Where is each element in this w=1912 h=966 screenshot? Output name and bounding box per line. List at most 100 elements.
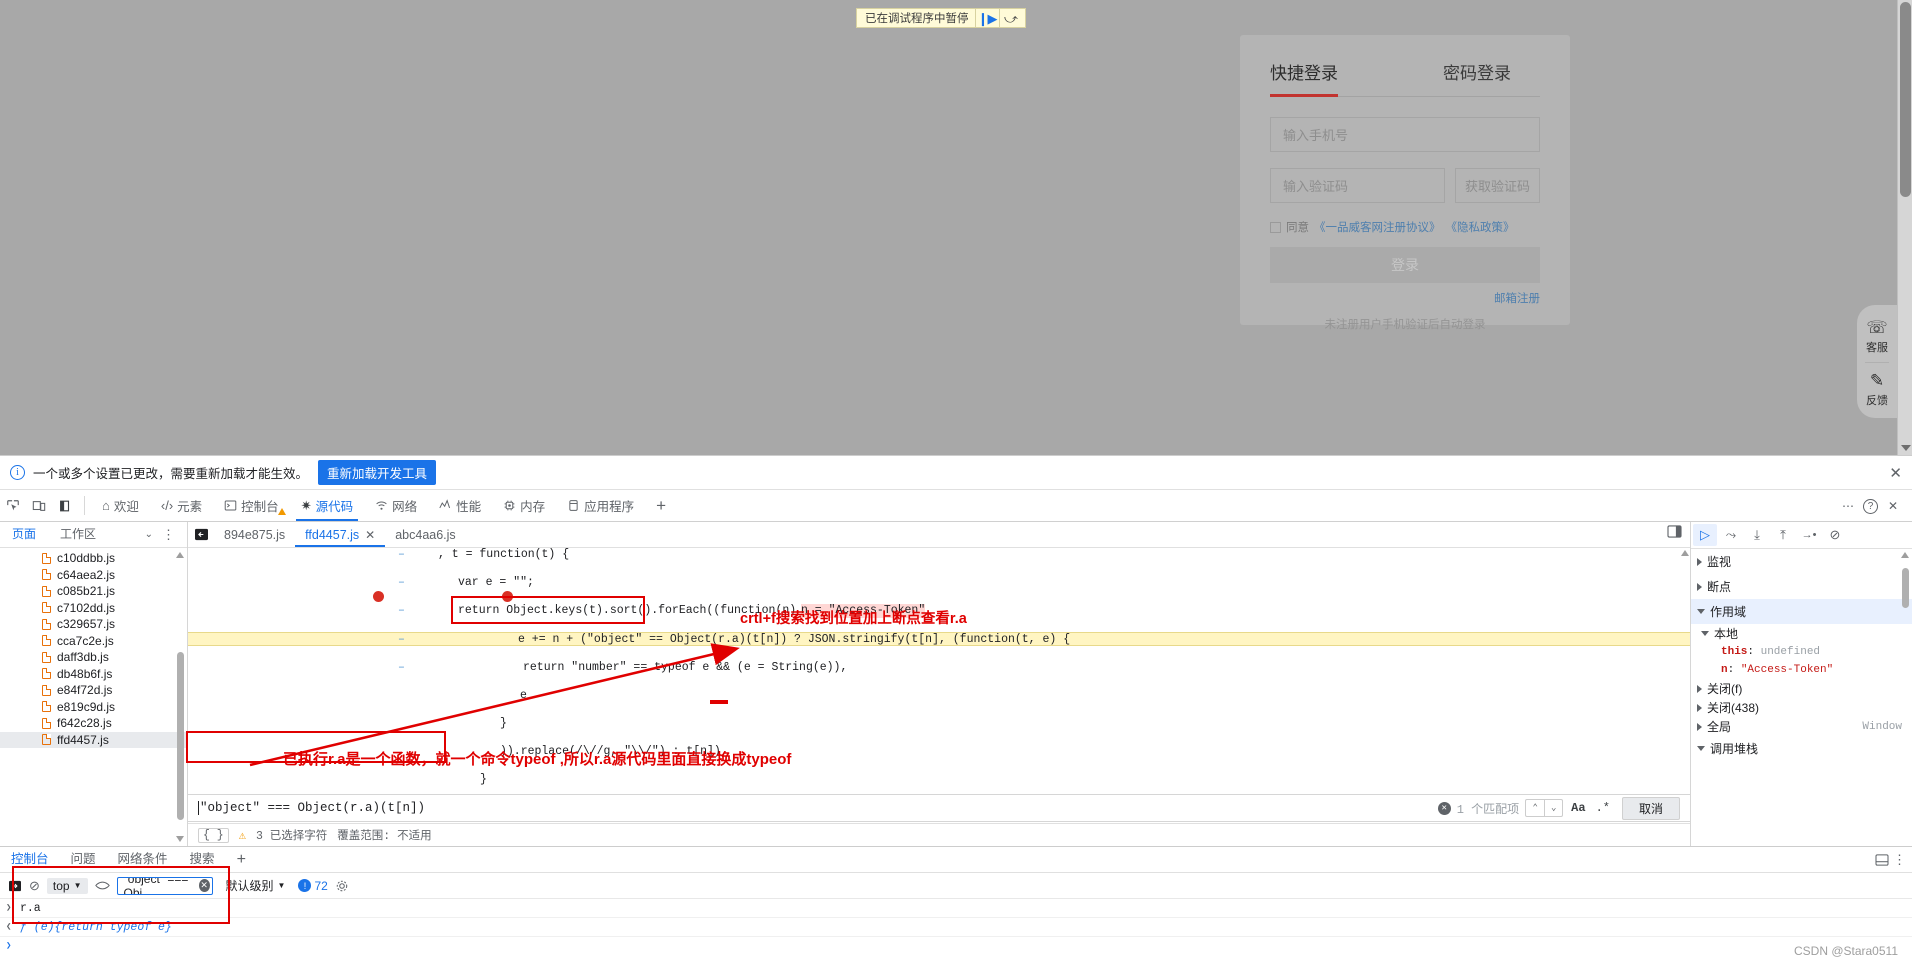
scope-closure-438[interactable]: 关闭(438): [1691, 698, 1912, 717]
reload-devtools-button[interactable]: 重新加载开发工具: [318, 460, 437, 485]
editor-tab-ffd4457[interactable]: ffd4457.js ✕: [295, 522, 386, 547]
list-item[interactable]: e819c9d.js: [0, 699, 187, 716]
verification-code-input[interactable]: 输入验证码: [1270, 168, 1445, 203]
help-icon[interactable]: ?: [1863, 498, 1878, 514]
tab-application[interactable]: 应用程序: [556, 490, 645, 521]
console-level-selector[interactable]: 默认级别 ▼: [220, 876, 292, 895]
scroll-up-arrow-icon[interactable]: [176, 552, 184, 558]
drawer-tab-network-conditions[interactable]: 网络条件: [107, 847, 179, 872]
dock-side-icon[interactable]: [52, 490, 78, 521]
step-over-icon[interactable]: ⤻: [998, 9, 1023, 27]
regex-button[interactable]: .*: [1594, 801, 1612, 815]
code-line[interactable]: – return "number" == typeof e && (e = Str…: [188, 661, 1690, 675]
chevron-up-icon[interactable]: ⌃: [1526, 800, 1544, 816]
resume-script-button[interactable]: ▷: [1693, 524, 1717, 546]
scroll-up-arrow-icon[interactable]: [1901, 552, 1909, 558]
drawer-tab-console[interactable]: 控制台: [0, 847, 60, 872]
get-code-button[interactable]: 获取验证码: [1455, 168, 1540, 203]
customer-service-button[interactable]: ☏ 客服: [1866, 313, 1888, 359]
step-button[interactable]: →•: [1797, 524, 1821, 546]
list-item[interactable]: e84f72d.js: [0, 682, 187, 699]
feedback-button[interactable]: ✎ 反馈: [1866, 366, 1888, 412]
code-line[interactable]: – var e = "";: [188, 576, 1690, 590]
gear-icon[interactable]: [335, 879, 349, 893]
device-toolbar-icon[interactable]: [26, 490, 52, 521]
scope-entry-this[interactable]: this: undefined: [1691, 643, 1912, 661]
section-call-stack[interactable]: 调用堆栈: [1691, 736, 1912, 761]
scroll-down-arrow-icon[interactable]: [176, 836, 184, 842]
show-navigator-icon[interactable]: [188, 528, 214, 541]
drawer-tab-issues[interactable]: 问题: [60, 847, 107, 872]
tab-console[interactable]: 控制台: [213, 490, 290, 521]
code-line-paused[interactable]: – e += n + ("object" == Object(r.a)(t[n])…: [188, 632, 1690, 646]
list-item[interactable]: c329657.js: [0, 616, 187, 633]
tab-sources[interactable]: ✷ 源代码: [290, 490, 364, 521]
code-scrollbar[interactable]: [1681, 550, 1689, 806]
code-line[interactable]: }: [188, 717, 1690, 731]
section-breakpoints[interactable]: 断点: [1691, 574, 1912, 599]
scope-local[interactable]: 本地: [1691, 624, 1912, 643]
add-panel-button[interactable]: +: [645, 490, 677, 521]
list-item[interactable]: c10ddbb.js: [0, 550, 187, 567]
step-over-button[interactable]: ⤳: [1719, 524, 1743, 546]
resume-script-icon[interactable]: ❙▶: [974, 9, 999, 27]
tab-elements[interactable]: ‹/› 元素: [150, 490, 213, 521]
issues-badge[interactable]: ! 72: [298, 879, 328, 893]
phone-input[interactable]: 输入手机号: [1270, 117, 1540, 152]
console-input-row[interactable]: ❯ r.a: [0, 899, 1912, 918]
console-filter-input[interactable]: "object" === Obj ✕: [116, 876, 213, 895]
breakpoint-dot-inline[interactable]: [502, 591, 513, 602]
list-item[interactable]: f642c28.js: [0, 715, 187, 732]
chevron-down-icon[interactable]: ⌄: [145, 529, 153, 540]
email-register-link[interactable]: 邮箱注册: [1270, 290, 1540, 306]
console-output-row[interactable]: ❮ ƒ (e){return typeof e}: [0, 918, 1912, 937]
agreement-checkbox[interactable]: [1270, 221, 1281, 233]
close-tab-icon[interactable]: ✕: [365, 528, 375, 542]
nav-tab-workspace[interactable]: 工作区: [48, 522, 108, 547]
console-prompt[interactable]: ❯: [0, 937, 1912, 956]
section-scope[interactable]: 作用域: [1691, 599, 1912, 624]
registration-agreement-link[interactable]: 《一品威客网注册协议》: [1314, 219, 1441, 235]
list-item[interactable]: cca7c2e.js: [0, 633, 187, 650]
login-submit-button[interactable]: 登录: [1270, 247, 1540, 283]
close-devtools-icon[interactable]: ✕: [1880, 499, 1906, 513]
clear-filter-icon[interactable]: ✕: [198, 879, 210, 892]
navigator-scrollbar[interactable]: [176, 552, 185, 842]
breakpoint-dot[interactable]: [373, 591, 384, 602]
code-line[interactable]: – , t = function(t) {: [188, 548, 1690, 562]
clear-console-icon[interactable]: [8, 880, 22, 892]
dock-drawer-icon[interactable]: [1875, 853, 1889, 866]
editor-tab-894e875[interactable]: 894e875.js: [214, 522, 295, 547]
step-out-button[interactable]: ⤒: [1771, 524, 1795, 546]
code-line[interactable]: e: [188, 689, 1690, 703]
more-tools-icon[interactable]: ⋯: [1835, 499, 1861, 513]
nav-tab-page[interactable]: 页面: [0, 522, 48, 547]
scroll-up-arrow-icon[interactable]: [1681, 550, 1689, 556]
deactivate-breakpoints-button[interactable]: ⊘: [1823, 524, 1847, 546]
live-expression-icon[interactable]: [94, 880, 110, 891]
inspect-element-icon[interactable]: [0, 490, 26, 521]
tab-memory[interactable]: 内存: [492, 490, 556, 521]
cancel-search-button[interactable]: 取消: [1621, 796, 1680, 820]
file-list[interactable]: c10ddbb.js c64aea2.js c085b21.js c7102dd…: [0, 548, 187, 846]
scroll-down-arrow-icon[interactable]: [1901, 445, 1911, 451]
scope-closure-f[interactable]: 关闭(f): [1691, 679, 1912, 698]
console-output[interactable]: ❯ r.a ❮ ƒ (e){return typeof e} ❯: [0, 899, 1912, 966]
list-item-selected[interactable]: ffd4457.js: [0, 731, 187, 748]
more-drawer-options-icon[interactable]: ⋮: [1893, 852, 1906, 868]
list-item[interactable]: db48b6f.js: [0, 666, 187, 683]
drawer-add-tab-button[interactable]: +: [226, 847, 257, 872]
page-scrollbar-thumb[interactable]: [1900, 2, 1911, 197]
section-watch[interactable]: 监视: [1691, 549, 1912, 574]
console-context-selector[interactable]: top ▼: [46, 877, 88, 894]
tab-password-login[interactable]: 密码登录: [1443, 59, 1511, 97]
tab-quick-login[interactable]: 快捷登录: [1270, 59, 1338, 97]
list-item[interactable]: c7102dd.js: [0, 600, 187, 617]
privacy-policy-link[interactable]: 《隐私政策》: [1446, 219, 1515, 235]
debugger-scrollbar-thumb[interactable]: [1902, 568, 1909, 608]
tab-network[interactable]: 网络: [364, 490, 428, 521]
tab-performance[interactable]: 性能: [428, 490, 492, 521]
step-into-button[interactable]: ⤓: [1745, 524, 1769, 546]
more-options-icon[interactable]: ⋮: [162, 527, 175, 543]
clear-search-icon[interactable]: ✕: [1437, 801, 1451, 815]
